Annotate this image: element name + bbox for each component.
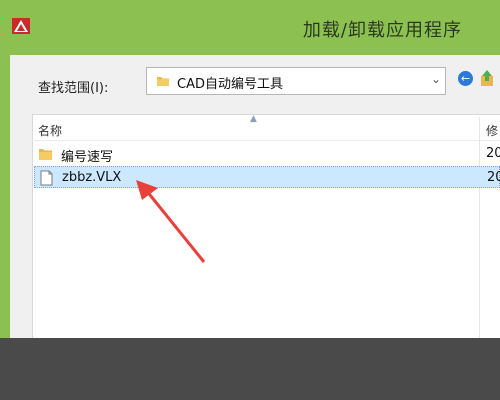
autocad-icon [12, 18, 30, 34]
back-icon[interactable]: ← [458, 71, 473, 86]
list-item-selected[interactable]: zbbz.VLX 20 [34, 166, 500, 188]
list-item-date: 20 [486, 146, 500, 161]
list-item[interactable]: 编号速写 20 [34, 143, 500, 165]
list-item-date: 20 [487, 170, 500, 185]
sort-arrow-icon: ▲ [250, 114, 257, 124]
title-bar: 加载/卸载应用程序 [0, 0, 500, 55]
list-item-name: 编号速写 [61, 150, 114, 165]
header-divider [32, 140, 500, 141]
look-in-label: 查找范围(I): [38, 81, 109, 96]
up-folder-icon[interactable] [480, 69, 494, 87]
look-in-value: CAD自动编号工具 [177, 77, 283, 92]
annotation-arrow-icon [136, 180, 206, 263]
window-frame-left [0, 55, 10, 338]
file-icon [40, 170, 53, 186]
column-header-modified[interactable]: 修 [486, 122, 498, 139]
list-item-name: zbbz.VLX [62, 170, 122, 185]
folder-icon [157, 77, 169, 86]
dialog-title: 加载/卸载应用程序 [302, 20, 462, 41]
chevron-down-icon[interactable]: ⌄ [431, 72, 441, 86]
look-in-dropdown[interactable]: CAD自动编号工具 ⌄ [146, 67, 446, 95]
column-header-name[interactable]: 名称 [38, 122, 62, 139]
background-region [0, 338, 500, 400]
folder-icon [39, 149, 52, 160]
